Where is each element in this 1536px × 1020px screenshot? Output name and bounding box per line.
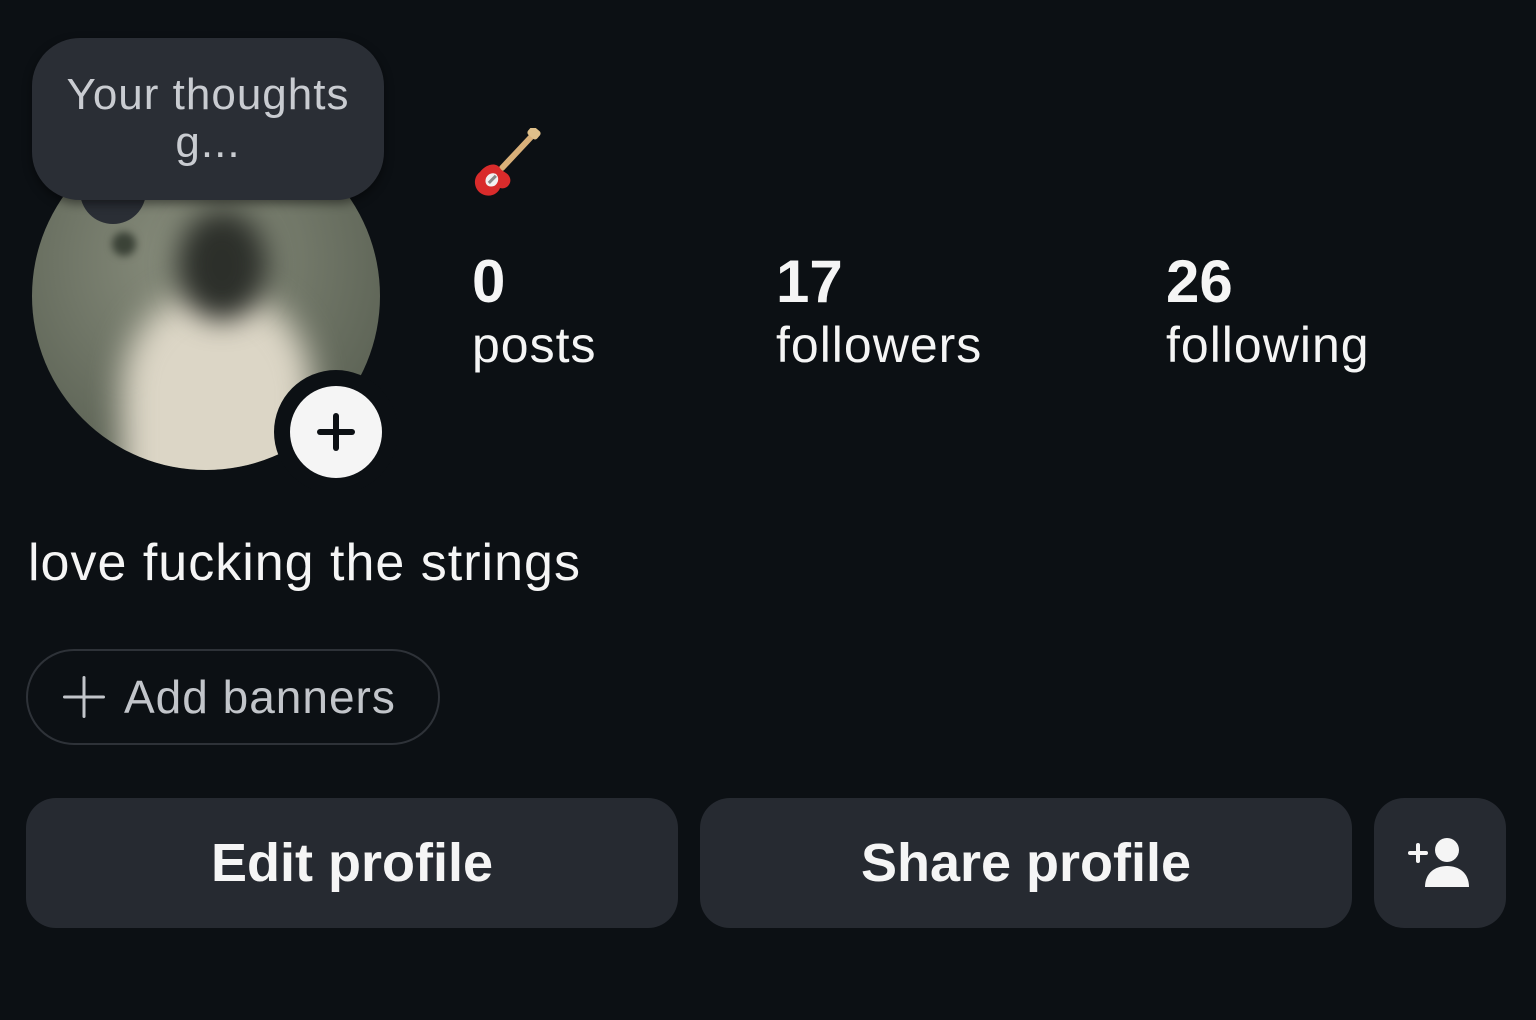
note-text: Your thoughts g... [66, 70, 350, 167]
plus-icon [317, 413, 355, 451]
posts-label: posts [472, 317, 597, 373]
followers-count: 17 [776, 248, 843, 315]
share-profile-label: Share profile [860, 833, 1192, 893]
edit-profile-button[interactable]: Edit profile [26, 798, 678, 928]
stat-posts[interactable]: 0 posts [472, 250, 597, 376]
profile-bio: love fucking the strings [28, 534, 581, 592]
following-label: following [1166, 317, 1370, 373]
note-bubble[interactable]: Your thoughts g... [32, 38, 384, 200]
add-person-icon [1408, 838, 1469, 887]
plus-icon [63, 676, 105, 718]
following-count: 26 [1166, 248, 1233, 315]
share-profile-button[interactable]: Share profile [700, 798, 1352, 928]
avatar-figure-head [177, 210, 267, 320]
discover-people-button[interactable] [1374, 798, 1506, 928]
add-story-button[interactable] [274, 370, 398, 494]
add-banners-label: Add banners [124, 671, 396, 723]
followers-label: followers [776, 317, 983, 373]
guitar-emoji-icon [474, 128, 541, 196]
stat-following[interactable]: 26 following [1166, 250, 1370, 376]
avatar-spot [112, 232, 136, 256]
edit-profile-label: Edit profile [211, 833, 493, 893]
profile-header: Your thoughts g... 0 posts 17 followers … [0, 0, 1536, 1020]
add-banners-button[interactable]: Add banners [26, 649, 440, 745]
posts-count: 0 [472, 248, 506, 315]
stat-followers[interactable]: 17 followers [776, 250, 982, 376]
add-story-circle [290, 386, 382, 478]
